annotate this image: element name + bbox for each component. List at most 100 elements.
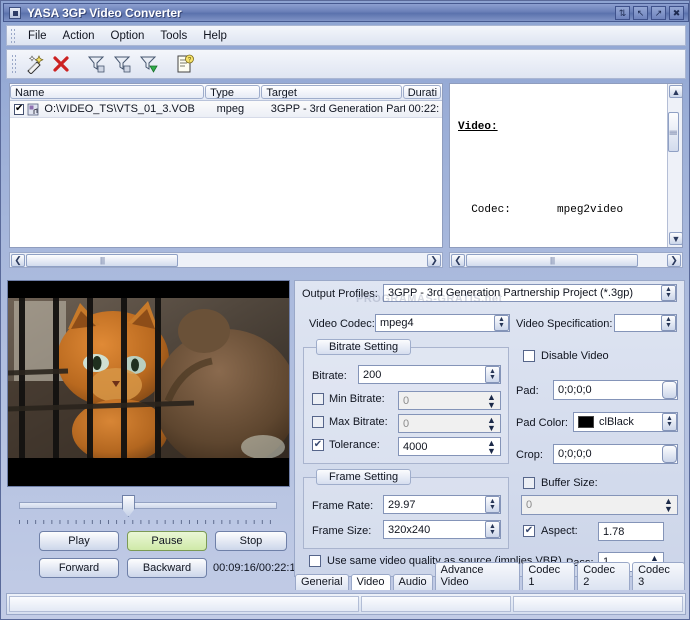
menu-option[interactable]: Option — [103, 28, 153, 44]
cell-duration: 00:22: — [405, 103, 442, 115]
max-bitrate-label: Max Bitrate: — [329, 416, 388, 428]
column-header-duration[interactable]: Durati — [403, 85, 441, 99]
frame-size-select[interactable]: 320x240 ▲▼ — [383, 520, 501, 539]
tab-codec-1[interactable]: Codec 1 — [522, 562, 575, 590]
chevron-updown-icon[interactable]: ▲▼ — [485, 366, 500, 383]
aspect-row: ✔ Aspect: — [523, 525, 578, 537]
min-bitrate-label: Min Bitrate: — [329, 393, 385, 405]
chevron-updown-icon[interactable]: ▲▼ — [485, 496, 500, 513]
tolerance-checkbox[interactable]: ✔ — [312, 439, 324, 451]
video-specification-label: Video Specification: — [516, 318, 612, 330]
max-bitrate-checkbox[interactable] — [312, 416, 324, 428]
buffer-size-input[interactable]: 0 ▲▼ — [521, 495, 678, 515]
pad-input[interactable]: 0;0;0;0 — [553, 380, 678, 400]
scroll-up-icon[interactable]: ▲ — [669, 85, 683, 98]
min-bitrate-checkbox[interactable] — [312, 393, 324, 405]
min-bitrate-input[interactable]: 0 ▲▼ — [398, 391, 501, 410]
maximize-button[interactable]: ↗ — [651, 6, 666, 20]
max-bitrate-input[interactable]: 0 ▲▼ — [398, 414, 501, 433]
menu-file[interactable]: File — [20, 28, 55, 44]
file-list-hscrollbar[interactable]: ❮ |||| ❯ — [9, 252, 443, 268]
info-scroll-left-icon[interactable]: ❮ — [451, 254, 465, 267]
info-scroll-right-icon[interactable]: ❯ — [667, 254, 681, 267]
chevron-updown-icon[interactable]: ▲▼ — [661, 315, 676, 331]
tab-audio[interactable]: Audio — [393, 574, 433, 590]
aspect-input[interactable]: 1.78 — [598, 522, 664, 541]
frame-rate-select[interactable]: 29.97 ▲▼ — [383, 495, 501, 514]
chevron-updown-icon[interactable]: ▲▼ — [485, 521, 500, 538]
pad-color-label: Pad Color: — [516, 417, 568, 429]
tab-codec-3[interactable]: Codec 3 — [632, 562, 685, 590]
info-hscroll-thumb[interactable]: |||| — [466, 254, 638, 267]
chevron-updown-icon[interactable]: ▲▼ — [662, 497, 675, 513]
tolerance-row: ✔ Tolerance: — [312, 439, 380, 451]
convert-all-icon[interactable] — [136, 52, 162, 76]
menu-drag-grip[interactable] — [10, 28, 17, 43]
disable-video-checkbox[interactable] — [523, 350, 535, 362]
tab-video[interactable]: Video — [351, 574, 391, 590]
pad-color-select[interactable]: clBlack ▲▼ — [573, 412, 678, 432]
settings-tabs: Generial Video Audio Advance Video Codec… — [295, 573, 685, 590]
menu-help[interactable]: Help — [195, 28, 235, 44]
chevron-updown-icon[interactable]: ▲▼ — [662, 413, 677, 431]
menu-tools[interactable]: Tools — [152, 28, 195, 44]
crop-value: 0;0;0;0 — [558, 448, 592, 460]
tab-codec-2[interactable]: Codec 2 — [577, 562, 630, 590]
remove-file-icon[interactable] — [48, 52, 74, 76]
tab-generial[interactable]: Generial — [295, 574, 349, 590]
window-title: YASA 3GP Video Converter — [27, 6, 182, 20]
buffer-size-checkbox[interactable] — [523, 477, 535, 489]
stop-button[interactable]: Stop — [215, 531, 287, 551]
pad-color-swatch — [578, 416, 594, 428]
same-quality-checkbox[interactable] — [309, 555, 321, 567]
toolbar-drag-grip[interactable] — [11, 54, 18, 74]
play-button[interactable]: Play — [39, 531, 119, 551]
column-header-target[interactable]: Target — [261, 85, 401, 99]
row-checkbox[interactable]: ✔ — [14, 104, 24, 115]
minimize-button[interactable]: ↖ — [633, 6, 648, 20]
chevron-updown-icon[interactable]: ▲▼ — [485, 393, 498, 409]
close-button[interactable]: ✖ — [669, 6, 684, 20]
min-bitrate-row: Min Bitrate: — [312, 393, 385, 405]
bitrate-label: Bitrate: — [312, 370, 347, 382]
add-files-icon[interactable] — [22, 52, 48, 76]
aspect-checkbox[interactable]: ✔ — [523, 525, 535, 537]
convert-selected-icon[interactable] — [84, 52, 110, 76]
column-header-name[interactable]: Name — [10, 85, 204, 99]
crop-input[interactable]: 0;0;0;0 — [553, 444, 678, 464]
backward-button[interactable]: Backward — [127, 558, 207, 578]
column-header-type[interactable]: Type — [205, 85, 260, 99]
video-preview[interactable] — [7, 280, 290, 487]
seek-slider-track[interactable] — [19, 502, 277, 509]
tab-advance-video[interactable]: Advance Video — [435, 562, 521, 590]
scroll-right-icon[interactable]: ❯ — [427, 254, 441, 267]
info-hscrollbar[interactable]: ❮ |||| ❯ — [449, 252, 683, 268]
video-codec-select[interactable]: mpeg4 ▲▼ — [375, 314, 510, 332]
chevron-updown-icon[interactable]: ▲▼ — [485, 439, 498, 455]
table-row[interactable]: ✔ O:\VIDEO_TS\VTS_01_3.VOB mpeg 3GPP - 3… — [10, 101, 442, 118]
video-specification-select[interactable]: ▲▼ — [614, 314, 677, 332]
chevron-updown-icon[interactable]: ▲▼ — [494, 315, 509, 331]
info-scroll-thumb[interactable]: |||| — [668, 112, 679, 152]
tolerance-input[interactable]: 4000 ▲▼ — [398, 437, 501, 456]
scroll-thumb[interactable]: |||| — [26, 254, 178, 267]
file-list[interactable]: Name Type Target Durati ✔ O:\VIDEO_TS\VT… — [9, 83, 443, 248]
chevron-updown-icon[interactable]: ▲▼ — [661, 285, 676, 301]
pause-button[interactable]: Pause — [127, 531, 207, 551]
pad-browse-button[interactable] — [662, 381, 677, 399]
menu-action[interactable]: Action — [55, 28, 103, 44]
frame-setting-group: Frame Setting Frame Rate: 29.97 ▲▼ Frame… — [303, 477, 509, 549]
rollup-button[interactable]: ⇅ — [615, 6, 630, 20]
properties-icon[interactable]: ? — [172, 52, 198, 76]
info-vscrollbar[interactable]: ▲ |||| ▼ — [667, 84, 682, 247]
bitrate-value: 200 — [363, 369, 381, 381]
crop-browse-button[interactable] — [662, 445, 677, 463]
scroll-down-icon[interactable]: ▼ — [669, 232, 683, 245]
convert-checked-icon[interactable] — [110, 52, 136, 76]
output-profiles-select[interactable]: 3GPP - 3rd Generation Partnership Projec… — [383, 284, 677, 302]
bitrate-input[interactable]: 200 ▲▼ — [358, 365, 501, 384]
chevron-updown-icon[interactable]: ▲▼ — [485, 416, 498, 432]
forward-button[interactable]: Forward — [39, 558, 119, 578]
seek-slider-thumb[interactable] — [122, 495, 135, 517]
scroll-left-icon[interactable]: ❮ — [11, 254, 25, 267]
